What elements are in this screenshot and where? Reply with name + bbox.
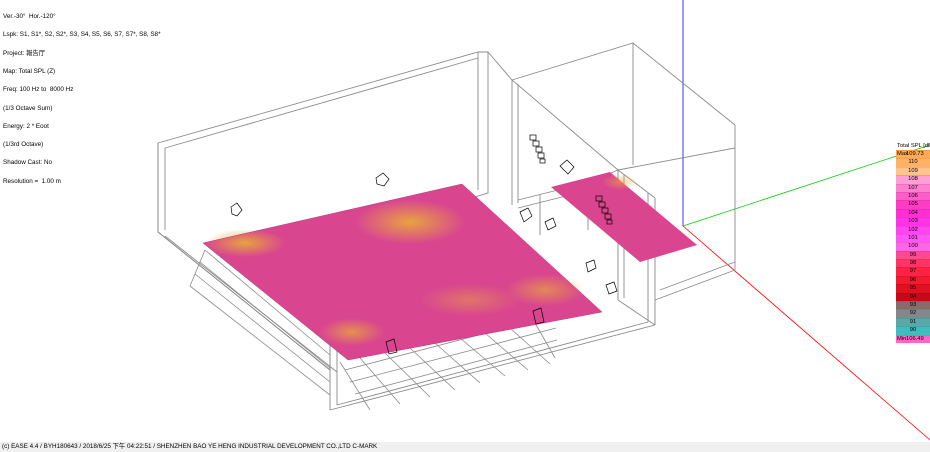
legend-level-row: 94 [896, 292, 930, 302]
legend-level-row: 91 [896, 317, 930, 327]
speaker-icon [544, 217, 557, 231]
legend-level-row: 92 [896, 309, 930, 318]
spl-legend: Total SPL [dB] Max 109.73 110 109 108 107 10… [896, 143, 930, 343]
legend-level-row: 106 [896, 191, 930, 201]
legend-level-value: 107 [908, 184, 918, 191]
legend-level-row: 99 [896, 250, 930, 260]
legend-level-value: 92 [909, 310, 917, 317]
info-line: (1/3 Octave Sum) [3, 104, 53, 112]
legend-level-value: 93 [909, 302, 917, 309]
y-axis [682, 144, 930, 227]
legend-level-row: 104 [896, 208, 930, 218]
line-array-icon [529, 134, 546, 164]
info-line: Freq: 100 Hz to 8000 Hz [3, 86, 74, 94]
legend-level-value: 100 [908, 243, 918, 250]
legend-max-value: 109.73 [906, 151, 924, 157]
legend-level-value: 104 [908, 209, 918, 216]
legend-level-value: 108 [908, 176, 918, 183]
status-footer: (c) EASE 4.4 / BYH180643 / 2018/6/25 下午 … [0, 442, 930, 452]
legend-level-value: 98 [909, 260, 917, 267]
legend-max-row: Max 109.73 [896, 150, 930, 159]
info-line: Energy: 2 * Eoot [3, 122, 49, 130]
speaker-icon [559, 159, 575, 175]
legend-level-value: 101 [908, 234, 918, 241]
legend-level-row: 102 [896, 225, 930, 234]
legend-level-value: 106 [908, 192, 918, 199]
info-line: Map: Total SPL (Z) [3, 68, 56, 76]
legend-level-value: 105 [908, 201, 918, 208]
info-line: Shadow Cast: No [3, 159, 53, 167]
info-line: Resolution = 1.00 m [3, 177, 61, 185]
speaker-icon [585, 259, 597, 273]
legend-level-row: 93 [896, 301, 930, 310]
info-line: Project: 報告厅 [3, 49, 45, 57]
speaker-icon [375, 172, 390, 187]
speaker-icon [519, 207, 533, 223]
legend-min-value: 106.49 [906, 335, 924, 342]
legend-level-row: 101 [896, 233, 930, 243]
speaker-icon [230, 202, 243, 217]
legend-level-row: 108 [896, 175, 930, 184]
legend-min-row: Min 106.49 [896, 334, 930, 343]
legend-level-row: 96 [896, 275, 930, 285]
legend-level-value: 97 [909, 268, 917, 275]
legend-level-value: 96 [909, 276, 917, 283]
legend-min-label: Min [897, 335, 907, 342]
legend-title: Total SPL [dB] [897, 143, 930, 149]
legend-level-value: 94 [909, 293, 917, 300]
legend-level-value: 91 [909, 318, 917, 325]
legend-level-row: 95 [896, 284, 930, 293]
info-line: (1/3rd Octave) [3, 141, 44, 149]
legend-level-row: 100 [896, 242, 930, 251]
info-line: Ver.-30° Hor.-120° [3, 13, 56, 21]
spl-map-stage [551, 172, 697, 262]
legend-level-row: 97 [896, 267, 930, 276]
legend-level-row: 103 [896, 217, 930, 226]
legend-level-row: 98 [896, 259, 930, 268]
spl-map-audience [202, 183, 603, 361]
simulation-info: Ver.-30° Hor.-120° Lspk: S1, S1*, S2, S2… [3, 2, 161, 191]
legend-level-value: 99 [909, 251, 917, 258]
legend-level-row: 109 [896, 166, 930, 176]
x-axis [682, 225, 930, 441]
legend-level-row: 105 [896, 200, 930, 209]
info-line: Lspk: S1, S1*, S2, S2*, S3, S4, S5, S6, … [3, 31, 161, 39]
legend-level-row: 107 [896, 183, 930, 192]
speaker-icon [605, 281, 618, 295]
legend-level-value: 103 [908, 218, 918, 225]
legend-level-row: 90 [896, 326, 930, 335]
legend-level-value: 90 [909, 327, 917, 334]
legend-level-value: 110 [908, 159, 918, 166]
legend-level-value: 95 [909, 285, 917, 292]
legend-level-value: 109 [908, 167, 918, 174]
legend-level-value: 102 [908, 226, 918, 233]
legend-level-row: 110 [896, 158, 930, 167]
